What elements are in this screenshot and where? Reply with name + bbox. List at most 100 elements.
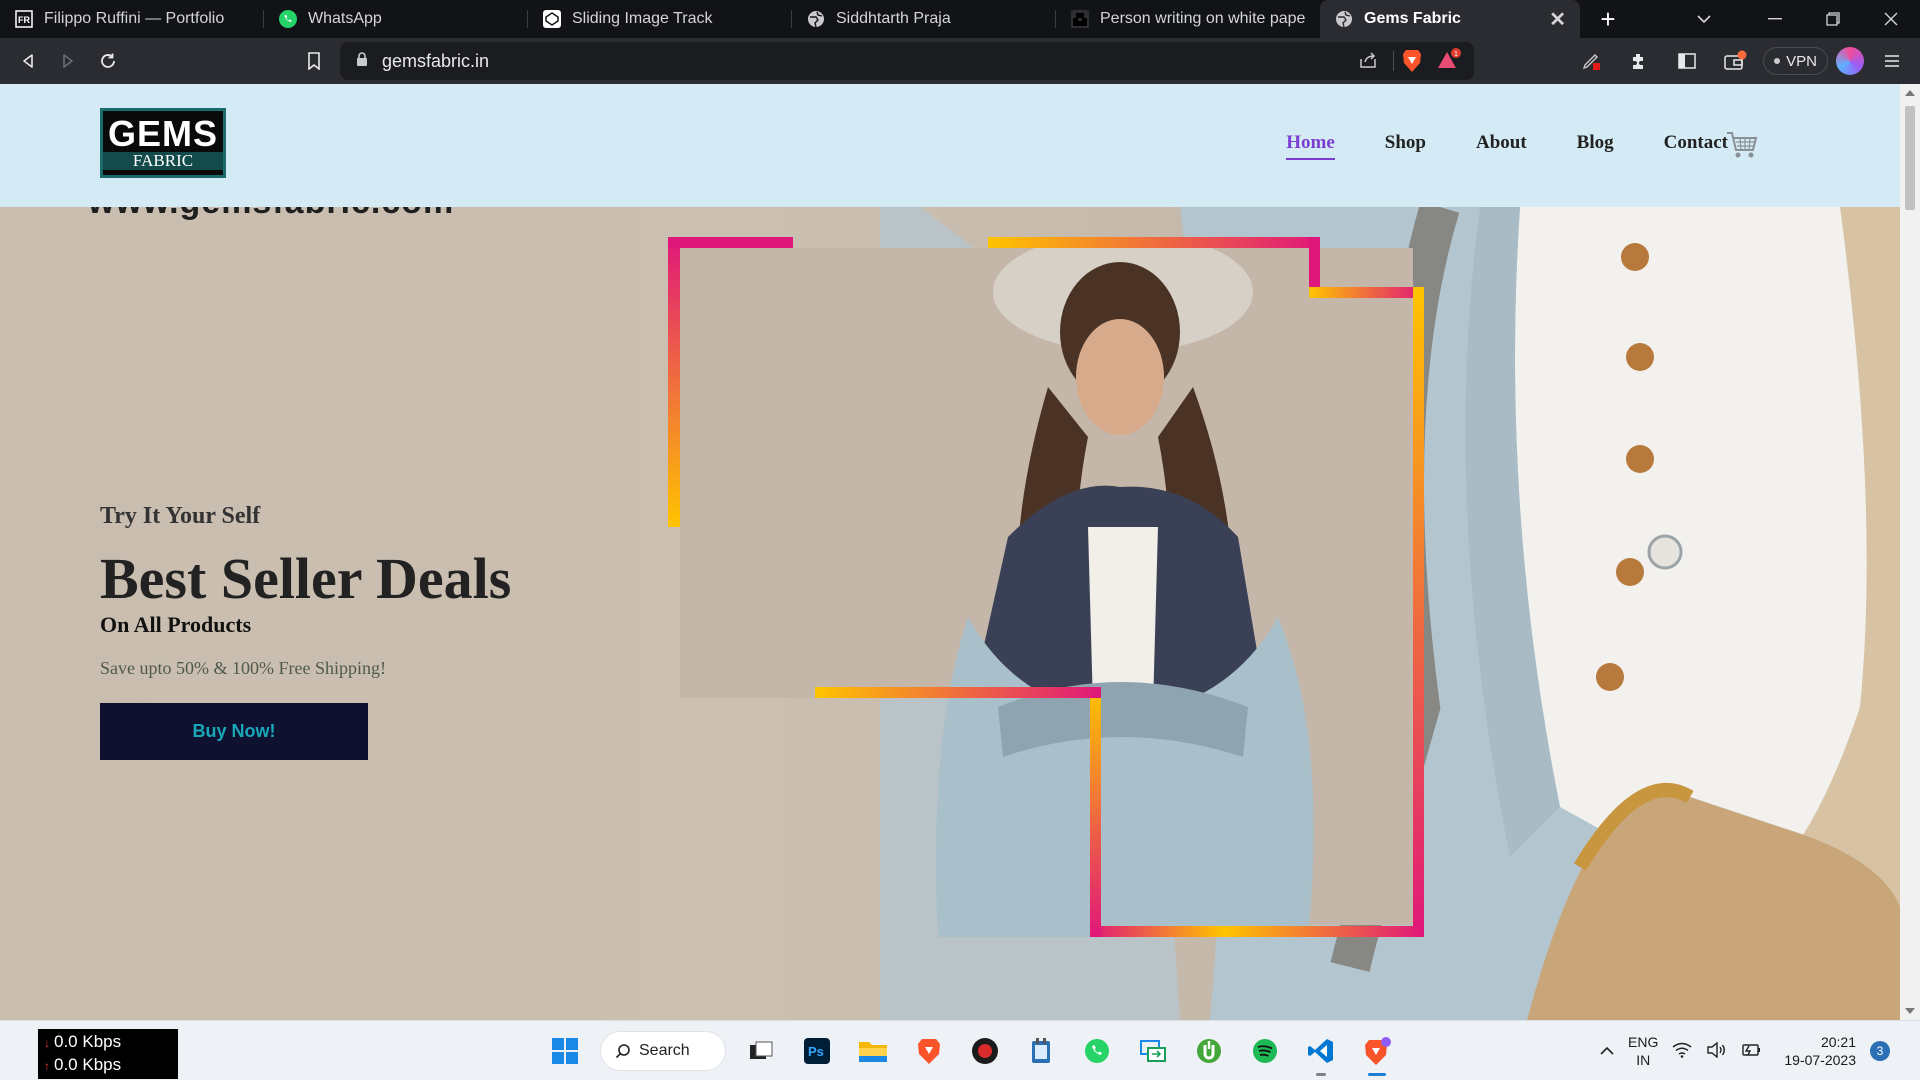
- hero-framed-photo: [668, 237, 1424, 937]
- whatsapp-icon: [278, 9, 298, 29]
- menu-icon[interactable]: [1872, 41, 1912, 81]
- hero-text-block: Try It Your Self Best Seller Deals On Al…: [100, 503, 511, 760]
- download-arrow-icon: ↓: [44, 1036, 50, 1050]
- close-window-icon[interactable]: [1862, 0, 1920, 38]
- globe-icon: [1334, 9, 1354, 29]
- show-hidden-icons-chevron-icon[interactable]: [1600, 1043, 1614, 1059]
- logo-line2: FABRIC: [103, 152, 223, 170]
- restore-window-icon[interactable]: [1804, 0, 1862, 38]
- main-nav: Home Shop About Blog Contact: [1286, 132, 1728, 160]
- page-viewport: GEMS FABRIC Home Shop About Blog Contact: [0, 84, 1920, 1020]
- utorrent-icon[interactable]: [1188, 1030, 1230, 1072]
- close-tab-icon[interactable]: ✕: [1549, 7, 1566, 32]
- tab-siddhtarth[interactable]: Siddhtarth Praja: [792, 0, 1056, 38]
- tab-search-chevron-icon[interactable]: [1682, 0, 1726, 38]
- forward-icon[interactable]: [48, 41, 88, 81]
- wallet-icon[interactable]: [1715, 41, 1755, 81]
- fr-favicon-icon: FR: [14, 9, 34, 29]
- lang-code: ENG: [1628, 1034, 1659, 1050]
- extensions-icon[interactable]: [1619, 41, 1659, 81]
- file-explorer-icon[interactable]: [852, 1030, 894, 1072]
- browser-tab-strip: FR Filippo Ruffini — Portfolio WhatsApp …: [0, 0, 1920, 38]
- tab-unsplash[interactable]: Person writing on white paper pl: [1056, 0, 1320, 38]
- tab-whatsapp[interactable]: WhatsApp: [264, 0, 528, 38]
- scrollbar-thumb[interactable]: [1905, 106, 1915, 210]
- buy-now-button[interactable]: Buy Now!: [100, 703, 368, 760]
- minimize-window-icon[interactable]: [1746, 0, 1804, 38]
- brave-browser-icon[interactable]: [908, 1030, 950, 1072]
- scroll-down-arrow-icon[interactable]: [1905, 1008, 1915, 1014]
- svg-text:1: 1: [1454, 51, 1458, 58]
- browser-toolbar: gemsfabric.in 1 VPN: [0, 38, 1920, 84]
- reload-icon[interactable]: [88, 41, 128, 81]
- back-icon[interactable]: [8, 41, 48, 81]
- logo-line1: GEMS: [107, 113, 218, 154]
- upload-arrow-icon: ↑: [44, 1059, 50, 1073]
- nav-home[interactable]: Home: [1286, 132, 1335, 160]
- hero-subtitle: Try It Your Self: [100, 503, 261, 529]
- taskbar-apps: Search Ps: [544, 1027, 1398, 1076]
- taskbar-search[interactable]: Search: [600, 1031, 726, 1071]
- battery-icon[interactable]: [1740, 1042, 1762, 1061]
- globe-icon: [806, 9, 826, 29]
- clock-time: 20:21: [1820, 1034, 1856, 1050]
- svg-text:Ps: Ps: [808, 1044, 824, 1059]
- windows-start-icon[interactable]: [544, 1030, 586, 1072]
- task-view-icon[interactable]: [740, 1030, 782, 1072]
- clock[interactable]: 20:21 19-07-2023: [1784, 1033, 1856, 1069]
- new-tab-button[interactable]: +: [1588, 0, 1628, 38]
- hero-title: Best Seller Deals: [100, 546, 512, 611]
- nav-shop[interactable]: Shop: [1385, 132, 1426, 154]
- scroll-up-arrow-icon[interactable]: [1905, 90, 1915, 96]
- svg-text:FR: FR: [18, 15, 30, 25]
- clock-date: 19-07-2023: [1784, 1052, 1856, 1068]
- hero-watermark-text: www.gemsfabric.com: [88, 207, 454, 222]
- photoshop-icon[interactable]: Ps: [796, 1030, 838, 1072]
- network-monitor-widget: ↓ 0.0 Kbps ↑ 0.0 Kbps: [38, 1029, 178, 1079]
- lock-icon[interactable]: [356, 51, 368, 71]
- bookmark-icon[interactable]: [294, 41, 334, 81]
- brave-active-taskbar-icon[interactable]: [1356, 1030, 1398, 1076]
- nav-blog[interactable]: Blog: [1577, 132, 1614, 154]
- wallet-pen-icon[interactable]: [1571, 41, 1611, 81]
- profile-avatar[interactable]: [1836, 47, 1864, 75]
- remote-desktop-icon[interactable]: [1132, 1030, 1174, 1072]
- davinci-resolve-icon[interactable]: [964, 1030, 1006, 1072]
- search-label: Search: [639, 1042, 690, 1059]
- brave-rewards-icon[interactable]: 1: [1436, 48, 1462, 79]
- whatsapp-taskbar-icon[interactable]: [1076, 1030, 1118, 1072]
- nav-about[interactable]: About: [1476, 132, 1527, 154]
- wifi-icon[interactable]: [1672, 1042, 1692, 1061]
- tab-title: WhatsApp: [308, 10, 382, 27]
- vpn-label: VPN: [1786, 52, 1817, 70]
- tab-sliding-image-track[interactable]: Sliding Image Track: [528, 0, 792, 38]
- tab-title: Gems Fabric: [1364, 10, 1461, 27]
- volume-icon[interactable]: [1706, 1041, 1726, 1061]
- brave-shields-icon[interactable]: [1400, 48, 1424, 79]
- tab-title: Sliding Image Track: [572, 10, 713, 27]
- tab-portfolio[interactable]: FR Filippo Ruffini — Portfolio: [0, 0, 264, 38]
- vscode-icon[interactable]: [1300, 1030, 1342, 1076]
- page-scrollbar[interactable]: [1900, 84, 1920, 1020]
- tab-gems-fabric[interactable]: Gems Fabric ✕: [1320, 0, 1580, 38]
- spotify-icon[interactable]: [1244, 1030, 1286, 1072]
- nav-contact[interactable]: Contact: [1664, 132, 1728, 154]
- share-icon[interactable]: [1358, 50, 1378, 75]
- hero-section: www.gemsfabric.com: [0, 207, 1900, 1020]
- vpn-button[interactable]: VPN: [1763, 47, 1828, 75]
- input-language-indicator[interactable]: ENG IN: [1628, 1033, 1658, 1069]
- sidebar-toggle-icon[interactable]: [1667, 41, 1707, 81]
- cart-icon[interactable]: [1726, 130, 1758, 165]
- search-icon: [615, 1044, 630, 1059]
- net-up: 0.0 Kbps: [54, 1055, 122, 1074]
- tab-title: Person writing on white paper pl: [1100, 10, 1306, 27]
- hero-tagline: On All Products: [100, 612, 252, 637]
- notification-badge[interactable]: 3: [1870, 1041, 1890, 1061]
- site-logo[interactable]: GEMS FABRIC: [100, 108, 226, 178]
- net-down: 0.0 Kbps: [54, 1032, 122, 1051]
- notepad-icon[interactable]: [1020, 1030, 1062, 1072]
- lang-region: IN: [1636, 1052, 1651, 1068]
- tab-title: Siddhtarth Praja: [836, 10, 951, 27]
- unsplash-icon: [1070, 9, 1090, 29]
- address-bar[interactable]: gemsfabric.in 1: [340, 42, 1474, 80]
